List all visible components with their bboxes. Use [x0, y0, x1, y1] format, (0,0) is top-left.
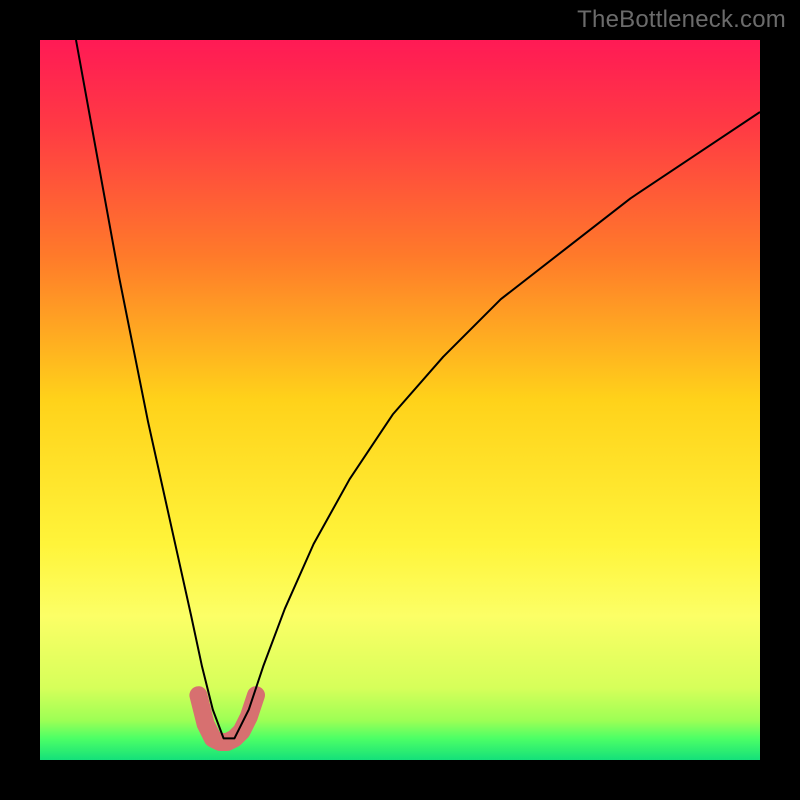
watermark-text: TheBottleneck.com — [577, 6, 786, 34]
gradient-background — [40, 40, 760, 760]
bottleneck-chart — [40, 40, 760, 760]
chart-frame — [40, 40, 760, 760]
